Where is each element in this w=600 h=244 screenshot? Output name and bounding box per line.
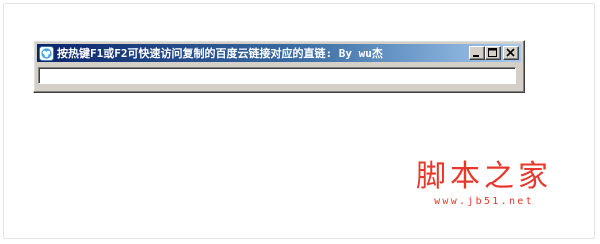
title-bar[interactable]: 按热键F1或F2可快速访问复制的百度云链接对应的直链: By wu杰 [37, 44, 521, 62]
window-title: 按热键F1或F2可快速访问复制的百度云链接对应的直链: By wu杰 [57, 47, 383, 60]
caption-buttons [469, 46, 519, 60]
minimize-icon [473, 55, 479, 57]
minimize-button[interactable] [469, 46, 485, 60]
close-icon [506, 48, 515, 57]
app-icon [39, 45, 54, 61]
maximize-icon [488, 48, 497, 57]
watermark-title: 脚本之家 [416, 159, 552, 194]
maximize-button[interactable] [485, 46, 501, 60]
app-window: 按热键F1或F2可快速访问复制的百度云链接对应的直链: By wu杰 [33, 40, 525, 93]
close-button[interactable] [503, 46, 519, 60]
site-watermark: 脚本之家 www.jb51.net [416, 159, 552, 208]
watermark-url: www.jb51.net [434, 196, 534, 207]
url-input[interactable] [38, 67, 516, 84]
